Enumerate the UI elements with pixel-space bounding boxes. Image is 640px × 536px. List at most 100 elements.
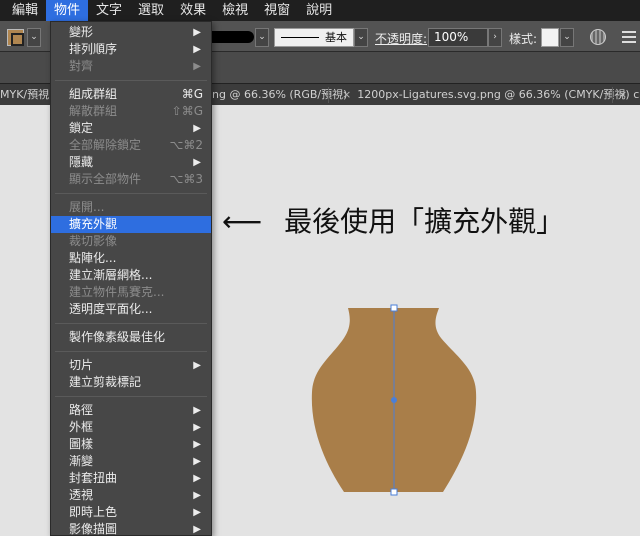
menu-separator	[55, 193, 207, 194]
profile-label: 基本	[325, 31, 347, 44]
menubar-item[interactable]: 說明	[298, 0, 340, 21]
menu-separator	[55, 80, 207, 81]
tab-document-4[interactable]: × ca	[618, 84, 640, 106]
menu-item-label: 建立物件馬賽克...	[69, 285, 165, 299]
menu-shortcut: ⌥⌘2	[169, 138, 203, 152]
menu-item[interactable]: 圖樣 ▶	[51, 436, 211, 453]
menubar-item[interactable]: 選取	[130, 0, 172, 21]
submenu-arrow-icon: ▶	[193, 27, 201, 38]
menu-item[interactable]: 透視 ▶	[51, 487, 211, 504]
submenu-arrow-icon: ▶	[193, 473, 201, 484]
menu-item[interactable]: 製作像素級最佳化	[51, 329, 211, 346]
profile-line-icon	[281, 37, 319, 38]
menu-item[interactable]: 排列順序 ▶	[51, 41, 211, 58]
menu-item[interactable]: 組成群組 ⌘G	[51, 86, 211, 103]
menu-item-label: 圖樣	[69, 437, 94, 451]
submenu-arrow-icon: ▶	[193, 405, 201, 416]
menubar-item[interactable]: 檢視	[214, 0, 256, 21]
anchor-bottom-handle[interactable]	[390, 488, 398, 496]
recolor-artwork-icon[interactable]	[590, 29, 606, 45]
anchor-top-handle[interactable]	[390, 304, 398, 312]
menu-item: 解散群組 ⇧⌘G	[51, 103, 211, 120]
menu-item[interactable]: 點陣化...	[51, 250, 211, 267]
menu-item-label: 路徑	[69, 403, 94, 417]
menu-item-label: 建立剪裁標記	[69, 375, 142, 389]
object-menu-dropdown: 變形 ▶ 排列順序 ▶ 對齊 ▶ 組成群組 ⌘G 解散群組 ⇧⌘G 鎖定 ▶ 全部解除鎖定 ⌥⌘2 隱藏 ▶ 顯…	[50, 21, 212, 536]
opacity-label[interactable]: 不透明度:	[375, 30, 427, 47]
panel-menu-icon[interactable]	[622, 31, 636, 43]
opacity-input[interactable]: 100%	[428, 28, 488, 47]
left-arrow-icon: ⟵	[222, 205, 263, 238]
menu-shortcut: ⇧⌘G	[171, 104, 203, 118]
menu-item-label: 建立漸層網格...	[69, 268, 153, 282]
menu-item[interactable]: 建立漸層網格...	[51, 267, 211, 284]
close-icon[interactable]: ×	[342, 88, 351, 101]
vase-artwork[interactable]	[300, 300, 480, 500]
menu-item[interactable]: 切片 ▶	[51, 357, 211, 374]
submenu-arrow-icon: ▶	[193, 456, 201, 467]
menu-item[interactable]: 透明度平面化...	[51, 301, 211, 318]
menu-item-label: 點陣化...	[69, 251, 117, 265]
menu-item: 裁切影像	[51, 233, 211, 250]
submenu-arrow-icon: ▶	[193, 507, 201, 518]
menubar-item[interactable]: 效果	[172, 0, 214, 21]
menu-item-label: 製作像素級最佳化	[69, 330, 166, 344]
menu-item[interactable]: 封套扭曲 ▶	[51, 470, 211, 487]
menu-item-label: 裁切影像	[69, 234, 118, 248]
menubar-item[interactable]: 物件	[46, 0, 89, 21]
tab-label: MYK/預視)	[0, 88, 54, 101]
style-swatch[interactable]	[541, 28, 559, 47]
menu-item-label: 對齊	[69, 59, 94, 73]
submenu-arrow-icon: ▶	[193, 123, 201, 134]
menu-item-label: 展開...	[69, 200, 105, 214]
menu-item[interactable]: 鎖定 ▶	[51, 120, 211, 137]
menu-item: 全部解除鎖定 ⌥⌘2	[51, 137, 211, 154]
tab-document-1[interactable]: MYK/預視)	[0, 84, 53, 106]
annotation-text: 最後使用「擴充外觀」	[284, 205, 565, 238]
style-label: 樣式:	[509, 32, 538, 46]
menu-item-label: 影像描圖	[69, 522, 118, 536]
style-dropdown-icon[interactable]: ⌄	[560, 28, 574, 47]
profile-dropdown-icon[interactable]: ⌄	[354, 28, 368, 47]
menu-item[interactable]: 影像描圖 ▶	[51, 521, 211, 536]
menu-item[interactable]: 即時上色 ▶	[51, 504, 211, 521]
menu-separator	[55, 396, 207, 397]
close-icon[interactable]: ×	[618, 88, 627, 101]
menu-item[interactable]: 建立剪裁標記	[51, 374, 211, 391]
tab-document-3[interactable]: × 1200px-Ligatures.svg.png @ 66.36% (CMYK…	[342, 84, 630, 106]
menu-item-label: 即時上色	[69, 505, 118, 519]
menu-item[interactable]: 擴充外觀	[51, 216, 211, 233]
menu-item[interactable]: 變形 ▶	[51, 24, 211, 41]
menu-item[interactable]: 外框 ▶	[51, 419, 211, 436]
fill-dropdown-icon[interactable]: ⌄	[27, 28, 41, 47]
menu-item-label: 全部解除鎖定	[69, 138, 142, 152]
menubar-item[interactable]: 文字	[88, 0, 130, 21]
menubar-item[interactable]: 視窗	[256, 0, 298, 21]
brush-dropdown-icon[interactable]: ⌄	[255, 28, 269, 47]
variable-width-profile[interactable]: 基本	[274, 28, 354, 47]
menu-separator	[55, 351, 207, 352]
menubar-item[interactable]: 編輯	[4, 0, 46, 21]
menu-item-label: 鎖定	[69, 121, 94, 135]
menu-shortcut: ⌘G	[181, 87, 203, 101]
tab-label: 1200px-Ligatures.svg.png @ 66.36% (CMYK/…	[357, 88, 630, 101]
fill-swatch[interactable]	[7, 29, 24, 46]
menu-item[interactable]: 路徑 ▶	[51, 402, 211, 419]
menu-item-label: 外框	[69, 420, 94, 434]
menu-item-label: 排列順序	[69, 42, 118, 56]
menu-item-label: 切片	[69, 358, 94, 372]
opacity-arrow-icon[interactable]: ›	[488, 28, 502, 47]
submenu-arrow-icon: ▶	[193, 61, 201, 72]
brush-stroke-swatch[interactable]	[208, 31, 254, 43]
menu-item: 顯示全部物件 ⌥⌘3	[51, 171, 211, 188]
submenu-arrow-icon: ▶	[193, 422, 201, 433]
menu-item: 展開...	[51, 199, 211, 216]
menu-item[interactable]: 隱藏 ▶	[51, 154, 211, 171]
menu-item[interactable]: 漸變 ▶	[51, 453, 211, 470]
submenu-arrow-icon: ▶	[193, 157, 201, 168]
menu-item: 對齊 ▶	[51, 58, 211, 75]
menu-item-label: 顯示全部物件	[69, 172, 142, 186]
menu-item-label: 組成群組	[69, 87, 118, 101]
center-point-handle[interactable]	[391, 397, 397, 403]
submenu-arrow-icon: ▶	[193, 360, 201, 371]
